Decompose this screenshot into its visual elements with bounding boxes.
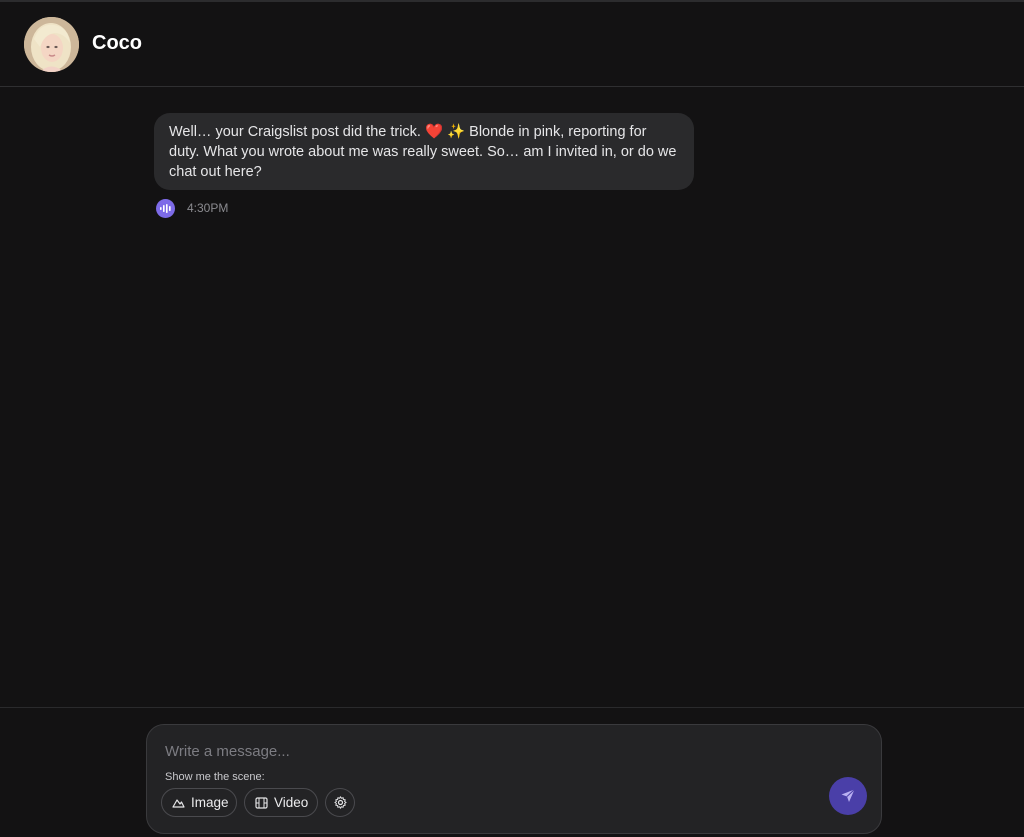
message-meta: 4:30PM [156,198,229,218]
message-input[interactable] [165,739,805,763]
avatar[interactable] [24,17,79,72]
video-button[interactable]: Video [244,788,318,817]
chat-header: Coco [0,2,1024,87]
image-button[interactable]: Image [161,788,237,817]
contact-name: Coco [92,32,142,54]
chat-app: Coco Well… your Craigslist post did the … [0,0,1024,837]
message-bubble: Well… your Craigslist post did the trick… [154,113,694,190]
gear-icon [333,796,347,809]
image-button-label: Image [191,795,229,810]
scene-label: Show me the scene: [165,771,265,783]
send-icon [841,789,855,802]
avatar-portrait-icon [24,17,79,72]
voice-play-icon[interactable] [156,198,175,218]
film-icon [255,796,268,809]
video-button-label: Video [274,795,309,810]
send-button[interactable] [829,777,867,815]
settings-button[interactable] [325,788,355,817]
composer-divider [0,707,1024,708]
audio-wave-icon [160,203,171,213]
message-timestamp: 4:30PM [187,201,229,215]
mountain-icon [172,797,185,808]
message-composer: Show me the scene: Image Video [146,724,882,834]
message-list: Well… your Craigslist post did the trick… [0,87,1024,707]
